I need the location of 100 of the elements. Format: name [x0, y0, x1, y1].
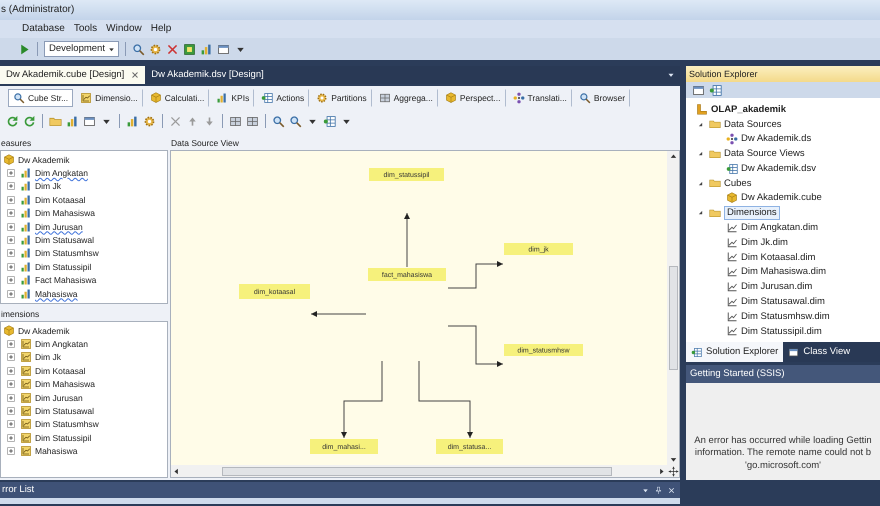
tree-item[interactable]: Cubes: [724, 178, 752, 190]
expand-icon[interactable]: [5, 247, 17, 260]
bar-chart-icon[interactable]: [66, 114, 79, 128]
pin-icon[interactable]: [654, 486, 663, 494]
vertical-scrollbar[interactable]: [667, 151, 679, 465]
tree-item[interactable]: Dim Jurusan: [35, 222, 83, 232]
tree-item[interactable]: Dim Mahasiswa.dim: [741, 266, 826, 278]
cross-icon[interactable]: [166, 42, 179, 56]
gear-icon[interactable]: [148, 42, 162, 56]
tree-item[interactable]: Dim Jk: [35, 181, 61, 192]
designer-tab[interactable]: Browser: [574, 89, 630, 107]
tree-item[interactable]: Dimensions: [724, 206, 780, 220]
scroll-thumb[interactable]: [222, 466, 612, 476]
tree-item[interactable]: Dim Statusawal: [35, 234, 94, 246]
close-icon[interactable]: [130, 70, 140, 80]
designer-tab[interactable]: KPIs: [211, 89, 254, 107]
tree-item[interactable]: Dim Kotaasal.dim: [741, 252, 816, 264]
bar-chart-icon[interactable]: [126, 114, 139, 128]
expand-icon[interactable]: [5, 180, 17, 192]
expand-icon[interactable]: [5, 351, 17, 364]
tree-item[interactable]: Dim Statussipil: [35, 262, 92, 272]
document-tab[interactable]: Dw Akademik.dsv [Design]: [145, 66, 269, 84]
expand-icon[interactable]: [5, 274, 17, 286]
square-icon[interactable]: [182, 42, 196, 56]
tree-item[interactable]: Dim Mahasiswa: [35, 379, 95, 390]
expand-icon[interactable]: [5, 207, 17, 220]
expand-icon[interactable]: [5, 234, 17, 246]
tree-item[interactable]: Dw Akademik.ds: [741, 133, 812, 145]
tree-item[interactable]: Dim Statusmhsw: [35, 419, 99, 430]
tree-item[interactable]: Dim Statussipil: [35, 432, 92, 443]
expand-icon[interactable]: [5, 418, 17, 430]
tree-item[interactable]: Data Source Views: [724, 148, 805, 160]
tree-item[interactable]: Dw Akademik.dsv: [741, 162, 816, 174]
tree-item[interactable]: OLAP_akademik: [711, 104, 786, 116]
refresh-icon[interactable]: [6, 114, 19, 128]
panel-tab[interactable]: Class View: [783, 342, 856, 362]
panel-tab[interactable]: Solution Explorer: [686, 342, 784, 362]
tree-item[interactable]: Dim Jk.dim: [741, 236, 788, 248]
tree-item[interactable]: Dw Akademik: [18, 326, 70, 336]
tree-item[interactable]: Dim Angkatan: [35, 168, 88, 178]
designer-tab[interactable]: Perspect...: [440, 89, 506, 107]
gear-icon[interactable]: [143, 114, 156, 128]
grid-icon[interactable]: [246, 114, 259, 128]
search-icon[interactable]: [289, 114, 302, 128]
designer-tab[interactable]: Cube Str...: [8, 89, 74, 107]
scroll-thumb[interactable]: [668, 266, 678, 370]
tree-item[interactable]: Dim Angkatan: [35, 338, 88, 350]
tree-item[interactable]: Dim Statusawal: [35, 406, 94, 416]
refresh-icon[interactable]: [23, 114, 36, 128]
expand-icon[interactable]: [5, 220, 17, 233]
expand-icon[interactable]: [5, 445, 17, 458]
expand-icon[interactable]: [5, 392, 17, 404]
table-icon[interactable]: [323, 114, 336, 128]
tree-item[interactable]: Data Sources: [724, 118, 782, 130]
expand-icon[interactable]: [5, 260, 17, 273]
bar-chart-icon[interactable]: [200, 42, 213, 56]
expand-icon[interactable]: [5, 432, 17, 444]
designer-tab[interactable]: Aggrega...: [374, 89, 438, 107]
window-icon[interactable]: [692, 84, 705, 96]
expand-icon[interactable]: [5, 338, 17, 350]
tree-item[interactable]: Mahasiswa: [35, 446, 78, 456]
tree-item[interactable]: Dim Jk: [35, 352, 61, 363]
menu-item[interactable]: Help: [150, 23, 172, 35]
table-icon[interactable]: [709, 84, 722, 96]
tree-item[interactable]: Dim Statusmhsw.dim: [741, 310, 830, 322]
document-tab[interactable]: Dw Akademik.cube [Design]: [0, 66, 146, 84]
designer-tab[interactable]: Translati...: [508, 89, 572, 107]
close-icon[interactable]: [667, 486, 676, 494]
expand-icon[interactable]: [5, 378, 17, 390]
tree-item[interactable]: Dw Akademik.cube: [741, 192, 822, 204]
search-icon[interactable]: [132, 42, 145, 56]
expand-icon[interactable]: [5, 405, 17, 418]
menu-item[interactable]: Database: [22, 23, 65, 35]
tree-item[interactable]: Mahasiswa: [35, 288, 78, 299]
expand-icon[interactable]: [5, 288, 17, 300]
designer-tab[interactable]: Actions: [256, 89, 310, 107]
window-icon[interactable]: [83, 114, 96, 128]
move-icon[interactable]: [668, 466, 678, 476]
tree-item[interactable]: Dim Kotaasal: [35, 366, 86, 376]
tree-item[interactable]: Dim Jurusan: [35, 392, 83, 403]
tree-item[interactable]: Dw Akademik: [18, 154, 70, 165]
tree-item[interactable]: Dim Statussipil.dim: [741, 326, 822, 338]
window-icon[interactable]: [216, 42, 230, 56]
menu-item[interactable]: Window: [106, 23, 142, 35]
designer-tab[interactable]: Calculati...: [144, 89, 210, 107]
tree-item[interactable]: Dim Angkatan.dim: [741, 222, 818, 234]
configuration-dropdown[interactable]: Development: [44, 41, 119, 57]
tree-item[interactable]: Dim Kotaasal: [35, 194, 86, 205]
horizontal-scrollbar[interactable]: [171, 465, 667, 477]
designer-tab[interactable]: Dimensio...: [75, 89, 143, 107]
tree-item[interactable]: Dim Statusawal.dim: [741, 296, 825, 308]
expand-icon[interactable]: [5, 167, 17, 180]
tree-item[interactable]: Dim Statusmhsw: [35, 248, 99, 259]
tree-item[interactable]: Dim Mahasiswa: [35, 208, 95, 218]
grid-icon[interactable]: [229, 114, 242, 128]
designer-tab[interactable]: Partitions: [311, 89, 372, 107]
menu-item[interactable]: Tools: [74, 23, 98, 35]
tree-item[interactable]: Fact Mahasiswa: [35, 275, 96, 286]
search-icon[interactable]: [272, 114, 285, 128]
expand-icon[interactable]: [5, 194, 17, 206]
